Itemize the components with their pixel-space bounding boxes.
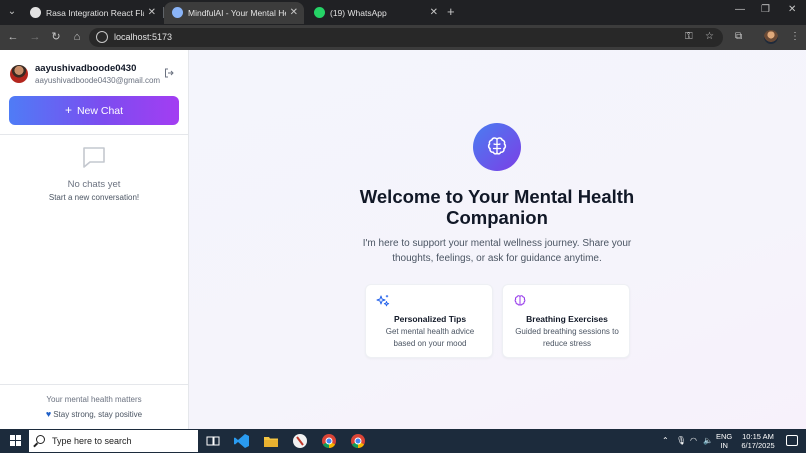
new-chat-button[interactable]: + New Chat xyxy=(9,96,179,125)
footer-message: Your mental health matters xyxy=(46,395,142,404)
windows-start-icon[interactable] xyxy=(10,435,21,446)
card-title: Breathing Exercises xyxy=(526,314,608,324)
notifications-icon[interactable] xyxy=(786,435,798,446)
taskbar-search-placeholder: Type here to search xyxy=(52,436,132,446)
sparkles-icon xyxy=(376,295,390,307)
globe-icon xyxy=(172,7,183,18)
tab-search-menu-icon[interactable]: ⌄ xyxy=(4,4,20,20)
extensions-icon[interactable]: ⧉ xyxy=(735,30,742,44)
clock-time: 10:15 AM xyxy=(742,432,774,441)
tab-title: (19) WhatsApp xyxy=(330,8,387,18)
close-tab-icon[interactable]: ✕ xyxy=(148,2,156,24)
browser-toolbar: ← → ↻ ⌂ localhost:5173 ⚿ ☆ ⧉ ⋮ xyxy=(0,25,806,50)
address-url: localhost:5173 xyxy=(114,32,173,42)
chrome-active-icon[interactable] xyxy=(350,433,366,449)
footer-divider xyxy=(0,384,188,385)
sidebar-divider xyxy=(0,134,188,135)
close-tab-icon[interactable]: ✕ xyxy=(290,2,298,24)
forward-icon[interactable]: → xyxy=(28,30,42,44)
feature-card-personalized-tips[interactable]: Personalized Tips Get mental health advi… xyxy=(365,284,493,358)
username: aayushivadboode0430 xyxy=(35,63,137,74)
plus-icon: + xyxy=(64,103,72,117)
github-icon xyxy=(30,7,41,18)
tab-title: Rasa Integration React Flask xyxy=(46,8,144,18)
page-viewport: aayushivadboode0430 aayushivadboode0430@… xyxy=(0,50,806,429)
empty-state-subtitle: Start a new conversation! xyxy=(48,193,140,202)
windows-taskbar: Type here to search ⌃ 🎙 ◠ 🔈 ENG IN 10:15… xyxy=(0,429,806,453)
app-circle-icon[interactable] xyxy=(292,433,308,449)
taskbar-search-box[interactable]: Type here to search xyxy=(29,430,198,452)
profile-avatar[interactable] xyxy=(764,30,778,44)
close-window-icon[interactable]: ✕ xyxy=(788,4,796,15)
password-key-icon[interactable]: ⚿ xyxy=(685,30,693,44)
chat-bubble-icon xyxy=(83,147,105,168)
home-icon[interactable]: ⌂ xyxy=(70,30,84,44)
minimize-icon[interactable]: — xyxy=(735,4,745,15)
tab-whatsapp[interactable]: (19) WhatsApp ✕ xyxy=(306,2,444,24)
logout-icon[interactable] xyxy=(164,68,174,78)
search-icon xyxy=(36,435,45,444)
whatsapp-icon xyxy=(314,7,325,18)
card-title: Personalized Tips xyxy=(393,314,467,324)
new-chat-label: New Chat xyxy=(76,105,124,117)
welcome-panel: Welcome to Your Mental Health Companion … xyxy=(189,50,806,429)
footer-tagline: ♥ Stay strong, stay positive xyxy=(0,409,188,419)
chat-sidebar: aayushivadboode0430 aayushivadboode0430@… xyxy=(0,50,189,429)
tab-title: MindfulAI - Your Mental Health xyxy=(188,8,286,18)
card-description: Guided breathing sessions to reduce stre… xyxy=(515,327,619,348)
page-title: Welcome to Your Mental Health Companion xyxy=(359,186,635,228)
brain-icon xyxy=(514,295,526,306)
microphone-icon[interactable]: 🎙 xyxy=(676,429,686,453)
task-view-icon[interactable] xyxy=(205,433,221,449)
region-code: IN xyxy=(720,441,728,450)
close-tab-icon[interactable]: ✕ xyxy=(430,2,438,24)
bookmark-star-icon[interactable]: ☆ xyxy=(705,30,714,44)
user-profile: aayushivadboode0430 aayushivadboode0430@… xyxy=(0,50,188,90)
address-bar[interactable]: localhost:5173 xyxy=(89,28,723,47)
user-email: aayushivadboode0430@gmail.com xyxy=(35,76,161,85)
brain-icon xyxy=(487,137,507,155)
footer-tagline-text: Stay strong, stay positive xyxy=(53,410,143,419)
card-description: Get mental health advice based on your m… xyxy=(385,327,475,348)
more-menu-icon[interactable]: ⋮ xyxy=(790,30,800,44)
show-hidden-icons-icon[interactable]: ⌃ xyxy=(662,429,669,453)
intro-text: I'm here to support your mental wellness… xyxy=(362,238,632,264)
back-icon[interactable]: ← xyxy=(6,30,20,44)
tab-rasa-integration[interactable]: Rasa Integration React Flask ✕ xyxy=(22,2,162,24)
avatar xyxy=(10,65,28,83)
new-tab-icon[interactable]: + xyxy=(447,4,455,20)
reload-icon[interactable]: ↻ xyxy=(49,30,63,44)
wifi-icon[interactable]: ◠ xyxy=(690,429,697,453)
restore-icon[interactable]: ❐ xyxy=(761,4,770,15)
lang-code: ENG xyxy=(716,432,733,441)
browser-tab-strip: ⌄ Rasa Integration React Flask ✕ Mindful… xyxy=(0,0,806,25)
volume-icon[interactable]: 🔈 xyxy=(703,429,713,453)
file-explorer-icon[interactable] xyxy=(263,433,279,449)
system-clock[interactable]: 10:15 AM 6/17/2025 xyxy=(738,432,778,450)
feature-card-breathing-exercises[interactable]: Breathing Exercises Guided breathing ses… xyxy=(502,284,630,358)
blue-heart-icon: ♥ xyxy=(45,409,52,419)
chrome-icon[interactable] xyxy=(321,433,337,449)
vscode-icon[interactable] xyxy=(234,433,250,449)
empty-state-title: No chats yet xyxy=(67,179,121,190)
site-info-icon[interactable] xyxy=(96,31,108,43)
brain-logo xyxy=(473,123,521,171)
clock-date: 6/17/2025 xyxy=(741,441,775,450)
language-indicator[interactable]: ENG IN xyxy=(716,432,732,450)
tab-mindfulai[interactable]: MindfulAI - Your Mental Health ✕ xyxy=(164,2,304,24)
